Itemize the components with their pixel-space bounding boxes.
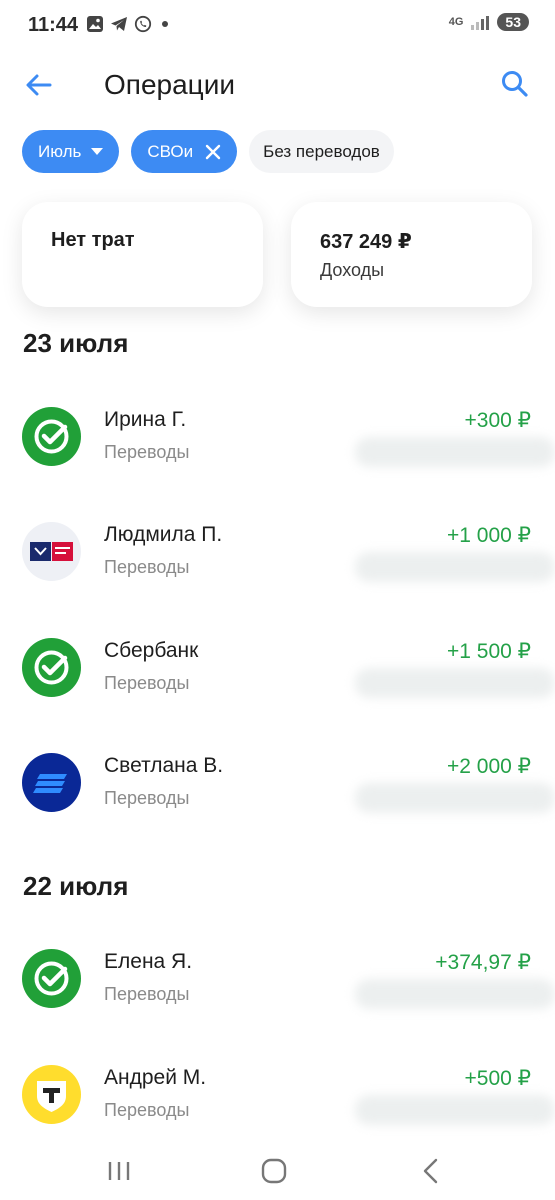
filter-month-label: Июль (38, 141, 82, 161)
tinkoff-icon (22, 1065, 81, 1124)
income-label: Доходы (320, 260, 385, 280)
back-nav-icon[interactable] (414, 1154, 448, 1188)
date-header: 23 июля (23, 328, 129, 358)
operation-category: Переводы (104, 557, 190, 577)
operation-category: Переводы (104, 442, 190, 462)
operation-amount: +2 000 ₽ (446, 755, 531, 778)
filter-no-transfers-chip[interactable]: Без переводов (249, 130, 394, 173)
filter-chips: Июль СВОи Без переводов (22, 130, 394, 173)
filter-no-transfers-label: Без переводов (263, 141, 380, 161)
operation-row[interactable]: Андрей М. Переводы +500 ₽ (0, 1050, 555, 1140)
operation-category: Переводы (104, 1100, 190, 1120)
operation-amount: +374,97 ₽ (435, 951, 531, 974)
operation-name: Елена Я. (104, 950, 193, 973)
filter-svoi-label: СВОи (147, 141, 194, 161)
back-arrow-icon[interactable] (22, 68, 56, 102)
blurred-area (355, 437, 555, 467)
gallery-icon (87, 16, 103, 32)
operation-amount: +1 000 ₽ (446, 524, 531, 547)
whatsapp-icon (134, 15, 152, 33)
telegram-icon (111, 17, 127, 31)
filter-svoi-chip[interactable]: СВОи (131, 130, 238, 173)
home-icon[interactable] (257, 1154, 291, 1188)
operation-name: Светлана В. (104, 754, 224, 777)
close-icon[interactable] (205, 144, 221, 160)
sber-icon (22, 949, 81, 1008)
operation-amount: +500 ₽ (464, 1067, 532, 1090)
blurred-area (355, 1095, 555, 1125)
operation-amount: +1 500 ₽ (446, 640, 531, 663)
operation-name: Сбербанк (104, 639, 199, 662)
date-header: 22 июля (23, 871, 129, 901)
battery-indicator: 53 (497, 13, 529, 31)
blurred-area (355, 668, 555, 698)
signal-icon (471, 14, 490, 30)
operation-row[interactable]: Елена Я. Переводы +374,97 ₽ (0, 934, 555, 1024)
search-icon[interactable] (499, 68, 531, 100)
blurred-area (355, 979, 555, 1009)
operation-name: Ирина Г. (104, 408, 187, 431)
blurred-area (355, 783, 555, 813)
spend-label: Нет трат (51, 229, 135, 251)
system-indicators: 4G 53 (449, 13, 529, 31)
sber-icon (22, 638, 81, 697)
operation-category: Переводы (104, 673, 190, 693)
operation-row[interactable]: Сбербанк Переводы +1 500 ₽ (0, 623, 555, 713)
status-bar: 11:44 4G 53 (0, 0, 555, 52)
operation-row[interactable]: Ирина Г. Переводы +300 ₽ (0, 392, 555, 482)
notification-icons (86, 15, 168, 33)
status-time: 11:44 (28, 14, 79, 36)
page-title: Операции (104, 69, 235, 100)
operation-row[interactable]: Людмила П. Переводы +1 000 ₽ (0, 507, 555, 597)
operation-category: Переводы (104, 788, 190, 808)
income-amount: 637 249 ₽ (320, 231, 412, 253)
recent-apps-icon[interactable] (102, 1154, 136, 1188)
blurred-area (355, 552, 555, 582)
operation-name: Людмила П. (104, 523, 223, 546)
network-indicator: 4G (448, 16, 464, 28)
operation-amount: +300 ₽ (464, 409, 532, 432)
summary-cards: Нет трат 637 249 ₽ Доходы (22, 202, 532, 307)
more-notifications-dot (162, 21, 168, 27)
operation-name: Андрей М. (104, 1066, 207, 1089)
filter-month-chip[interactable]: Июль (22, 130, 120, 173)
spend-card[interactable]: Нет трат (22, 202, 263, 307)
vtb-icon (22, 753, 81, 812)
app-header: Операции (0, 56, 555, 114)
dropdown-caret-icon (91, 148, 104, 155)
pochta-bank-icon (22, 522, 81, 581)
operation-category: Переводы (104, 984, 190, 1004)
operation-row[interactable]: Светлана В. Переводы +2 000 ₽ (0, 738, 555, 828)
sber-icon (22, 407, 81, 466)
system-nav-bar (0, 1140, 555, 1200)
income-card[interactable]: 637 249 ₽ Доходы (291, 202, 532, 307)
